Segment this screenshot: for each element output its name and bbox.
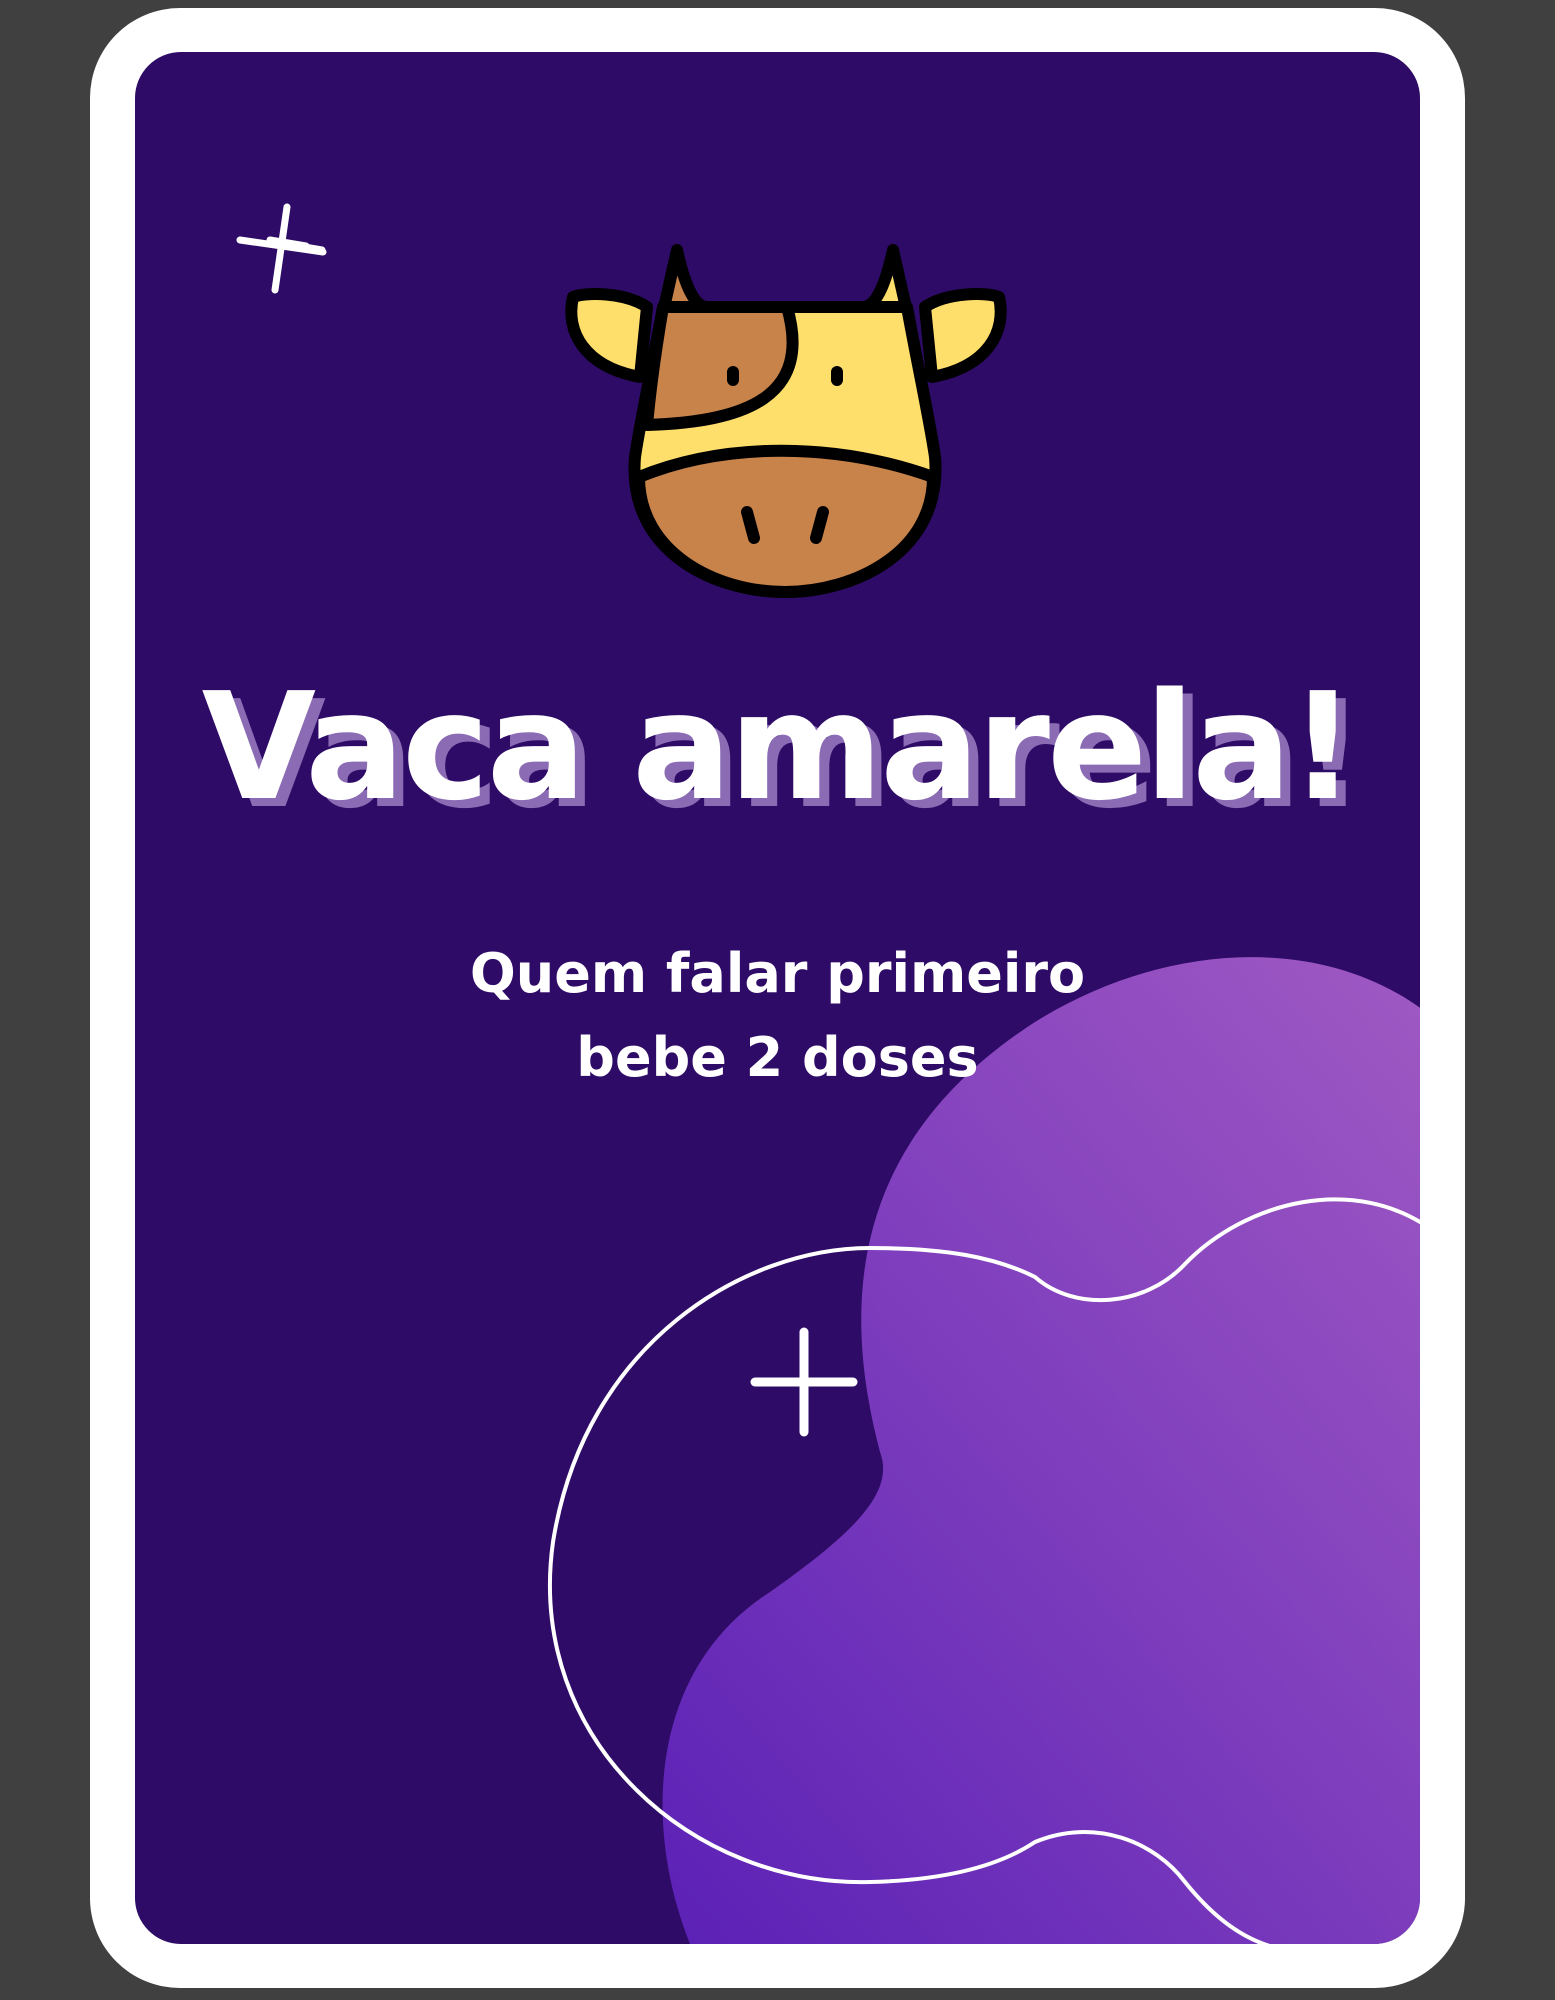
card-title: Vaca amarela! [201,661,1357,833]
cow-face-icon [565,244,1007,598]
sparkle-top-left [236,203,327,294]
purple-blob [662,957,1420,1944]
sparkle-mid [750,1327,858,1437]
drinking-game-card[interactable]: Vaca amarela! Quem falar primeiro bebe 2… [135,52,1420,1944]
card-subtitle: Quem falar primeiro bebe 2 doses [469,942,1086,1089]
